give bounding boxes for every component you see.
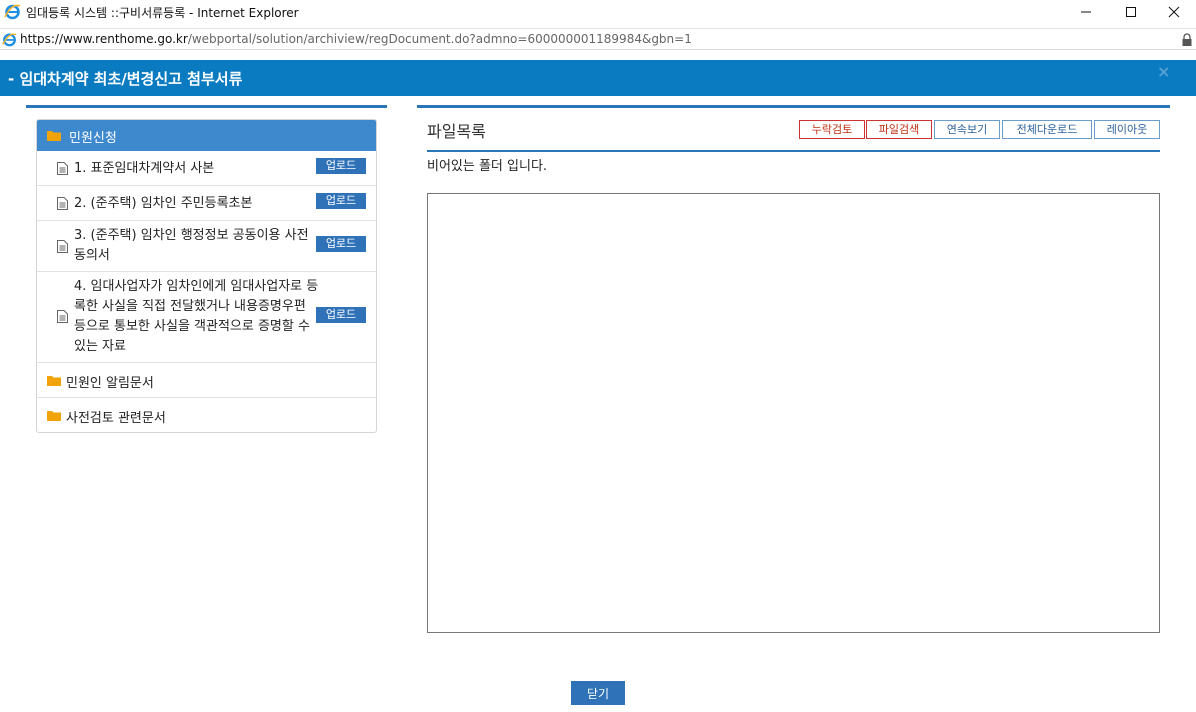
tree-doc-item-3[interactable]: 3. (준주택) 임차인 행정정보 공동이용 사전동의서 업로드 <box>37 221 376 272</box>
url-host: https://www.renthome.go.kr <box>20 32 188 46</box>
window-close-button[interactable] <box>1152 0 1196 24</box>
file-search-button[interactable]: 파일검색 <box>866 120 932 139</box>
tree-doc-label: 2. (준주택) 임차인 주민등록초본 <box>74 196 253 211</box>
tree-folder-pre-review-docs[interactable]: 사전검토 관련문서 <box>37 398 376 432</box>
download-all-button[interactable]: 전체다운로드 <box>1002 120 1092 139</box>
internet-explorer-icon <box>4 4 21 20</box>
tree-doc-label: 3. (준주택) 임차인 행정정보 공동이용 사전동의서 <box>74 228 309 263</box>
document-icon <box>57 162 68 175</box>
continuous-view-button[interactable]: 연속보기 <box>934 120 1000 139</box>
popup-header: - 임대차계약 최초/변경신고 첨부서류 × <box>0 60 1196 96</box>
address-bar[interactable]: https://www.renthome.go.kr/webportal/sol… <box>0 28 1196 50</box>
url-text[interactable]: https://www.renthome.go.kr/webportal/sol… <box>20 32 692 46</box>
file-list-heading: 파일목록 <box>427 122 486 141</box>
tree-doc-item-2[interactable]: 2. (준주택) 임차인 주민등록초본 업로드 <box>37 186 376 221</box>
close-icon <box>1168 6 1180 18</box>
missing-check-button[interactable]: 누락검토 <box>799 120 865 139</box>
popup-close-icon[interactable]: × <box>1157 62 1170 81</box>
lock-icon <box>1182 33 1192 46</box>
tree-doc-item-4[interactable]: 4. 임대사업자가 임차인에게 임대사업자로 등록한 사실을 직접 전달했거나 … <box>37 272 376 363</box>
maximize-button[interactable] <box>1109 0 1153 24</box>
minimize-button[interactable] <box>1064 0 1108 24</box>
upload-button[interactable]: 업로드 <box>316 236 366 252</box>
right-panel-rule <box>417 105 1170 108</box>
tree-doc-label: 4. 임대사업자가 임차인에게 임대사업자로 등록한 사실을 직접 전달했거나 … <box>74 279 319 354</box>
document-icon <box>57 240 68 253</box>
file-list-rule <box>427 150 1160 152</box>
popup-title: - 임대차계약 최초/변경신고 첨부서류 <box>8 68 242 89</box>
tree-root-civil-application[interactable]: 민원신청 <box>37 120 376 151</box>
upload-button[interactable]: 업로드 <box>316 193 366 209</box>
tree-root-label: 민원신청 <box>69 131 117 146</box>
url-path: /webportal/solution/archiview/regDocumen… <box>187 32 692 46</box>
document-icon <box>57 310 68 323</box>
browser-title-bar: 임대등록 시스템 ::구비서류등록 - Internet Explorer <box>0 0 1196 24</box>
tree-folder-label: 민원인 알림문서 <box>66 376 154 391</box>
file-viewer-area[interactable] <box>427 193 1160 633</box>
folder-icon <box>47 376 61 386</box>
folder-icon <box>47 411 61 421</box>
upload-button[interactable]: 업로드 <box>316 307 366 323</box>
upload-button[interactable]: 업로드 <box>316 158 366 174</box>
layout-button[interactable]: 레이아웃 <box>1094 120 1160 139</box>
minimize-icon <box>1081 11 1091 13</box>
folder-icon <box>47 131 61 141</box>
internet-explorer-icon <box>2 33 17 47</box>
document-icon <box>57 197 68 210</box>
tree-folder-label: 사전검토 관련문서 <box>66 411 166 426</box>
maximize-icon <box>1126 7 1136 17</box>
empty-folder-message: 비어있는 폴더 입니다. <box>427 159 548 174</box>
left-panel-rule <box>26 105 387 108</box>
tree-doc-label: 1. 표준임대차계약서 사본 <box>74 161 215 176</box>
close-button[interactable]: 닫기 <box>571 681 625 705</box>
tree-folder-notice-docs[interactable]: 민원인 알림문서 <box>37 363 376 398</box>
tree-doc-item-1[interactable]: 1. 표준임대차계약서 사본 업로드 <box>37 151 376 186</box>
window-title: 임대등록 시스템 ::구비서류등록 - Internet Explorer <box>26 6 299 20</box>
popup-title-text: 임대차계약 최초/변경신고 첨부서류 <box>19 70 243 88</box>
title-dash: - <box>8 70 20 88</box>
document-tree: 민원신청 1. 표준임대차계약서 사본 업로드 2. (준주택) 임차인 주민등… <box>36 119 377 433</box>
